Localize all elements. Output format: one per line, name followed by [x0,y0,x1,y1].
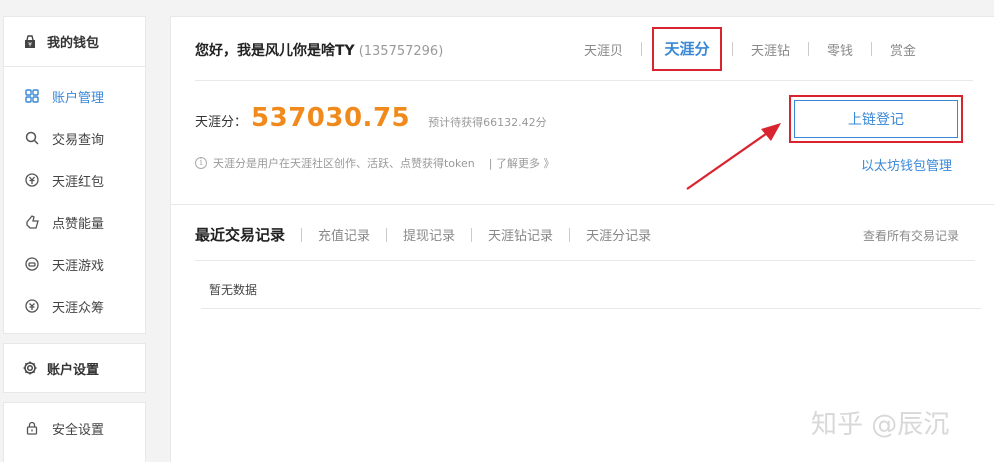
svg-text:¥: ¥ [28,41,32,48]
chain-register-button[interactable]: 上链登记 [794,100,958,138]
annotation-arrow-icon [686,123,781,190]
sidebar-item-label: 天涯众筹 [52,300,105,316]
page-title: 您好，我是风儿你是啥TY (135757296) [195,40,443,60]
score-info-text: 天涯分是用户在天涯社区创作、活跃、点赞获得token [213,157,475,170]
user-id: (135757296) [358,44,444,59]
red-packet-icon [24,172,40,188]
sidebar-item-account[interactable]: 账户管理 [4,75,145,117]
records-title: 最近交易记录 [195,226,286,244]
search-icon [24,130,40,146]
tab-zuan-records[interactable]: 天涯钻记录 [472,225,569,244]
sidebar-settings-header[interactable]: 账户设置 [4,344,145,392]
sidebar-item-label: 交易查询 [52,132,105,148]
sidebar-item-crowdfunding[interactable]: 天涯众筹 [4,285,145,327]
score-value: 537030.75 [251,103,411,133]
account-summary: 您好，我是风儿你是啥TY (135757296) 天涯贝 天涯分 天涯钻 零钱 赏… [171,17,994,205]
settings-menu: 账户设置 [3,343,146,393]
crowdfunding-icon [24,298,40,314]
watermark: 知乎 @辰沉 [811,410,950,440]
sidebar: ¥ 我的钱包 账户管理 交易查询 天涯红包 点赞能量 天涯游戏 天涯众筹 账户设… [3,16,146,462]
wallet-menu: ¥ 我的钱包 账户管理 交易查询 天涯红包 点赞能量 天涯游戏 天涯众筹 [3,16,146,334]
gear-icon [22,360,38,376]
tab-change[interactable]: 零钱 [809,40,871,59]
sidebar-item-label: 点赞能量 [52,216,105,232]
sidebar-item-label: 账户管理 [52,90,105,106]
sidebar-settings-label: 账户设置 [47,362,100,378]
sidebar-item-games[interactable]: 天涯游戏 [4,243,145,285]
sidebar-item-label: 天涯红包 [52,174,105,190]
empty-state: 暂无数据 [209,283,258,297]
tab-withdraw-records[interactable]: 提现记录 [387,225,471,244]
info-icon: i [195,157,207,169]
tab-recharge-records[interactable]: 充值记录 [302,225,386,244]
sidebar-item-likes[interactable]: 点赞能量 [4,201,145,243]
score-info: i 天涯分是用户在天涯社区创作、活跃、点赞获得token | 了解更多 》 [195,155,554,171]
divider [201,308,981,309]
main-panel: 您好，我是风儿你是啥TY (135757296) 天涯贝 天涯分 天涯钻 零钱 赏… [170,16,994,462]
tab-tianya-fen[interactable]: 天涯分 [652,27,723,71]
tab-tianya-zuan[interactable]: 天涯钻 [733,40,808,59]
eth-wallet-link[interactable]: 以太坊钱包管理 [861,155,952,174]
game-icon [24,256,40,272]
records-tabs: 最近交易记录 充值记录 提现记录 天涯钻记录 天涯分记录 [195,224,667,245]
security-menu: 安全设置 [3,402,146,462]
thumb-up-icon [24,214,40,230]
currency-tabs: 天涯贝 天涯分 天涯钻 零钱 赏金 [566,27,934,71]
sidebar-wallet-header[interactable]: ¥ 我的钱包 [4,17,145,67]
tab-fen-records[interactable]: 天涯分记录 [570,225,667,244]
score-pending-note: 预计待获得66132.42分 [428,116,547,129]
tab-tianya-bei[interactable]: 天涯贝 [566,40,641,59]
lock-icon [24,420,40,436]
score-label: 天涯分： [195,115,248,130]
score-row: 天涯分： 537030.75 预计待获得66132.42分 [195,103,547,133]
sidebar-item-red-packet[interactable]: 天涯红包 [4,159,145,201]
tab-bounty[interactable]: 赏金 [872,40,934,59]
divider [195,80,973,81]
sidebar-item-security[interactable]: 安全设置 [4,403,145,453]
sidebar-wallet-label: 我的钱包 [47,36,100,51]
sidebar-item-label: 天涯游戏 [52,258,105,274]
greeting-text: 您好，我是风儿你是啥TY [195,43,355,59]
view-all-transactions-link[interactable]: 查看所有交易记录 [863,227,959,244]
sidebar-item-label: 安全设置 [52,422,105,438]
tab-divider [641,42,643,56]
divider [195,260,975,261]
learn-more-link[interactable]: | 了解更多 》 [489,155,555,171]
chain-register-highlight: 上链登记 [789,95,963,143]
grid-icon [24,88,40,104]
wallet-icon: ¥ [22,34,38,50]
sidebar-item-transactions[interactable]: 交易查询 [4,117,145,159]
